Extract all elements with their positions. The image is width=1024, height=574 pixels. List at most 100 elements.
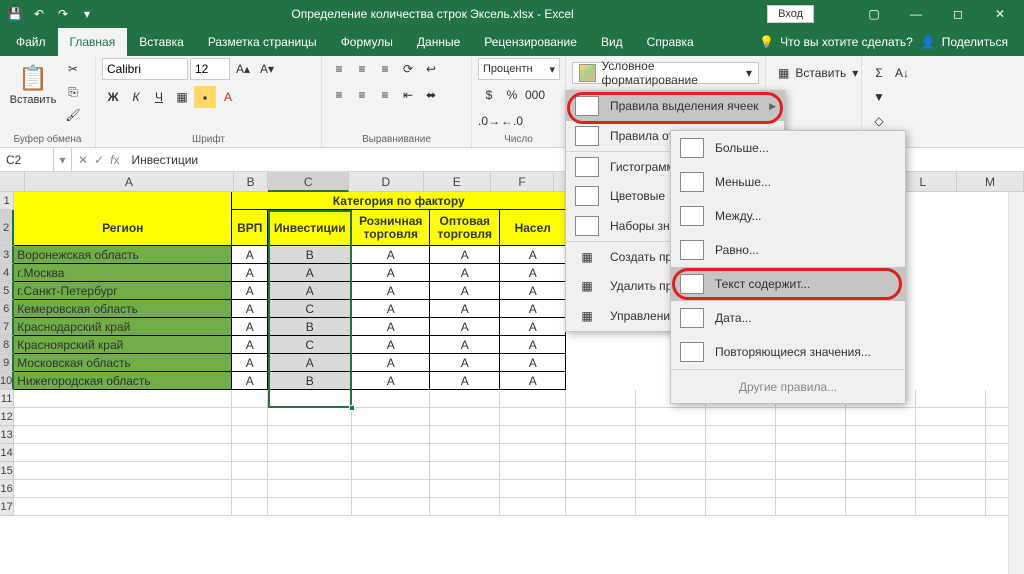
cell[interactable] [776,498,846,516]
row-header[interactable]: 7 [0,318,14,336]
close-icon[interactable]: ✕ [980,0,1020,28]
cell[interactable] [14,462,232,480]
cell[interactable]: A [232,318,268,336]
italic-button[interactable]: К [125,86,147,108]
share-button[interactable]: 👤 Поделиться [921,35,1008,49]
row-header[interactable]: 4 [0,264,14,282]
row-header[interactable]: 5 [0,282,14,300]
cell[interactable]: Оптовая торговля [430,210,500,246]
cell[interactable] [352,498,430,516]
dec-decimal-icon[interactable]: ←.0 [501,110,523,132]
cell[interactable] [232,462,268,480]
cell[interactable]: A [500,264,566,282]
cell[interactable]: Инвестиции [268,210,352,246]
cell[interactable]: A [232,282,268,300]
cell[interactable] [268,444,352,462]
col-header[interactable]: E [424,172,491,192]
cell[interactable]: A [500,318,566,336]
cell[interactable] [352,444,430,462]
cell[interactable]: A [232,264,268,282]
cell[interactable] [500,498,566,516]
cell[interactable]: C [268,300,352,318]
cell[interactable] [706,444,776,462]
cell[interactable] [500,462,566,480]
cell[interactable]: A [430,264,500,282]
cell[interactable]: A [352,336,430,354]
name-box-dropdown[interactable]: ▾ [54,148,72,171]
submenu-less[interactable]: Меньше... [671,165,905,199]
cell[interactable]: Регион [14,210,232,246]
cell[interactable]: A [232,372,268,390]
save-icon[interactable]: 💾 [4,3,26,25]
cell[interactable] [14,444,232,462]
cell[interactable] [232,408,268,426]
cell[interactable] [566,426,636,444]
cell[interactable] [916,426,986,444]
cell[interactable] [500,426,566,444]
cell[interactable] [352,426,430,444]
cell[interactable] [846,444,916,462]
redo-icon[interactable]: ↷ [52,3,74,25]
cell[interactable] [706,408,776,426]
cell[interactable]: A [430,354,500,372]
cell[interactable]: A [268,282,352,300]
cell[interactable]: Розничная торговля [352,210,430,246]
row-header[interactable]: 8 [0,336,14,354]
bold-button[interactable]: Ж [102,86,124,108]
cell[interactable]: A [352,318,430,336]
row-header[interactable]: 17 [0,498,14,516]
wrap-text-icon[interactable]: ↩ [420,58,442,80]
cell[interactable] [776,480,846,498]
cell[interactable] [916,408,986,426]
underline-button[interactable]: Ч [148,86,170,108]
cell[interactable] [352,462,430,480]
row-header[interactable]: 16 [0,480,14,498]
cell[interactable]: A [268,264,352,282]
cell[interactable] [500,480,566,498]
cell[interactable]: A [430,246,500,264]
cell[interactable]: Насел [500,210,566,246]
cell[interactable]: Категория по фактору [232,192,566,210]
tab-layout[interactable]: Разметка страницы [196,28,329,56]
cell[interactable] [846,426,916,444]
col-header[interactable]: C [268,172,349,192]
row-header[interactable]: 3 [0,246,14,264]
tab-file[interactable]: Файл [4,28,58,56]
tab-view[interactable]: Вид [589,28,635,56]
cell[interactable]: A [232,354,268,372]
currency-icon[interactable]: $ [478,84,500,106]
font-size-select[interactable] [190,58,230,80]
cell[interactable]: A [500,336,566,354]
autosum-icon[interactable]: Σ [868,62,890,84]
cell[interactable] [566,408,636,426]
cell[interactable] [916,444,986,462]
cell[interactable] [232,480,268,498]
submenu-equal[interactable]: Равно... [671,233,905,267]
cell[interactable] [14,498,232,516]
cell[interactable]: Нижегородская область [14,372,232,390]
minimize-icon[interactable]: — [896,0,936,28]
row-header[interactable]: 1 [0,192,14,210]
row-header[interactable]: 15 [0,462,14,480]
cell[interactable]: A [430,282,500,300]
cell[interactable] [566,480,636,498]
cell[interactable] [14,192,232,210]
cell[interactable]: A [500,354,566,372]
align-center-icon[interactable]: ≡ [351,84,373,106]
tab-formulas[interactable]: Формулы [329,28,405,56]
cell[interactable] [846,480,916,498]
cell[interactable] [846,462,916,480]
cell[interactable] [352,480,430,498]
submenu-duplicates[interactable]: Повторяющиеся значения... [671,335,905,369]
cell[interactable]: Краснодарский край [14,318,232,336]
row-header[interactable]: 9 [0,354,14,372]
cell[interactable] [636,408,706,426]
number-format-select[interactable]: Процентн▾ [478,58,560,80]
cell[interactable] [430,462,500,480]
ribbon-options-icon[interactable]: ▢ [854,0,894,28]
align-middle-icon[interactable]: ≡ [351,58,373,80]
cell[interactable] [500,408,566,426]
submenu-greater[interactable]: Больше... [671,131,905,165]
col-header[interactable]: D [349,172,424,192]
cell[interactable]: A [352,264,430,282]
